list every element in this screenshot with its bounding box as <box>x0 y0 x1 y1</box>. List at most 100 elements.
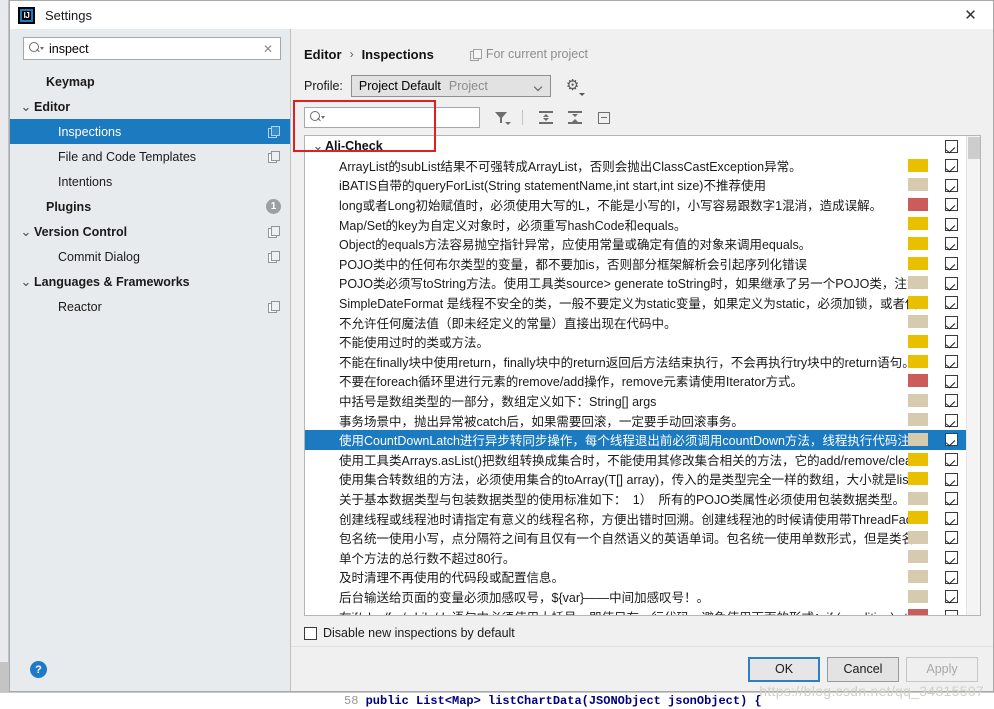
inspection-enabled-checkbox[interactable] <box>945 609 958 615</box>
severity-swatch[interactable] <box>908 491 928 505</box>
inspection-enabled-checkbox[interactable] <box>945 374 958 388</box>
settings-search-box[interactable]: ✕ <box>23 37 281 60</box>
inspection-enabled-checkbox[interactable] <box>945 159 958 173</box>
inspection-enabled-checkbox[interactable] <box>945 472 958 486</box>
inspection-enabled-checkbox[interactable] <box>945 237 958 251</box>
inspection-filter-search[interactable] <box>304 107 485 128</box>
severity-swatch[interactable] <box>908 550 928 564</box>
inspection-enabled-checkbox[interactable] <box>945 394 958 408</box>
inspection-enabled-checkbox[interactable] <box>945 511 958 525</box>
disable-new-inspections-row[interactable]: Disable new inspections by default <box>291 620 993 646</box>
inspection-row[interactable]: 不允许任何魔法值（即未经定义的常量）直接出现在代码中。 <box>305 312 966 332</box>
sidebar-item-file-and-code-templates[interactable]: File and Code Templates <box>10 144 290 169</box>
chevron-down-icon[interactable]: ⌄ <box>311 138 325 154</box>
inspection-row[interactable]: 不要在foreach循环里进行元素的remove/add操作，remove元素请… <box>305 371 966 391</box>
inspection-row[interactable]: Object的equals方法容易抛空指针异常，应使用常量或确定有值的对象来调用… <box>305 234 966 254</box>
chevron-down-icon[interactable]: ⌄ <box>18 274 34 290</box>
severity-swatch[interactable] <box>908 452 928 466</box>
search-input[interactable] <box>42 38 260 59</box>
sidebar-item-plugins[interactable]: Plugins 1 <box>10 194 290 219</box>
severity-swatch[interactable] <box>908 315 928 329</box>
inspection-search-input[interactable] <box>323 108 485 127</box>
copy-icon[interactable] <box>268 126 280 138</box>
inspection-row[interactable]: 后台输送给页面的变量必须加感叹号，${var}——中间加感叹号！。 <box>305 587 966 607</box>
inspection-enabled-checkbox[interactable] <box>945 355 958 369</box>
severity-swatch[interactable] <box>908 236 928 250</box>
severity-swatch[interactable] <box>908 472 928 486</box>
inspection-enabled-checkbox[interactable] <box>945 257 958 271</box>
gear-icon[interactable]: ⚙ <box>563 75 585 97</box>
copy-icon[interactable] <box>268 151 280 163</box>
severity-swatch[interactable] <box>908 393 928 407</box>
inspection-enabled-checkbox[interactable] <box>945 217 958 231</box>
severity-swatch[interactable] <box>908 589 928 603</box>
copy-icon[interactable] <box>268 226 280 238</box>
copy-icon[interactable] <box>268 301 280 313</box>
severity-swatch[interactable] <box>908 197 928 211</box>
inspection-row[interactable]: 及时清理不再使用的代码段或配置信息。 <box>305 567 966 587</box>
inspection-row[interactable]: ArrayList的subList结果不可强转成ArrayList，否则会抛出C… <box>305 156 966 176</box>
severity-swatch[interactable] <box>908 158 928 172</box>
sidebar-item-reactor[interactable]: Reactor <box>10 294 290 319</box>
sidebar-item-editor[interactable]: ⌄ Editor <box>10 94 290 119</box>
inspection-row[interactable]: POJO类必须写toString方法。使用工具类source> generate… <box>305 273 966 293</box>
severity-swatch[interactable] <box>908 256 928 270</box>
inspection-row[interactable]: 在if/else/for/while/do语句中必须使用大括号，即使只有一行代码… <box>305 606 966 615</box>
severity-swatch[interactable] <box>908 178 928 192</box>
disable-new-inspections-checkbox[interactable] <box>304 626 317 640</box>
severity-swatch[interactable] <box>908 217 928 231</box>
collapse-all-icon[interactable] <box>563 106 587 130</box>
severity-swatch[interactable] <box>908 530 928 544</box>
inspection-enabled-checkbox[interactable] <box>945 413 958 427</box>
close-icon[interactable]: ✕ <box>948 1 993 29</box>
inspection-enabled-checkbox[interactable] <box>945 335 958 349</box>
severity-swatch[interactable] <box>908 354 928 368</box>
inspection-row[interactable]: 使用集合转数组的方法，必须使用集合的toArray(T[] array)，传入的… <box>305 469 966 489</box>
inspection-enabled-checkbox[interactable] <box>945 550 958 564</box>
inspection-group-row[interactable]: ⌄ Ali-Check <box>305 136 966 156</box>
severity-swatch[interactable] <box>908 570 928 584</box>
inspection-row[interactable]: 单个方法的总行数不超过80行。 <box>305 547 966 567</box>
inspection-group-checkbox[interactable] <box>945 139 958 153</box>
inspection-row[interactable]: 不能在finally块中使用return，finally块中的return返回后… <box>305 352 966 372</box>
inspection-enabled-checkbox[interactable] <box>945 531 958 545</box>
expand-all-icon[interactable] <box>534 106 558 130</box>
inspection-enabled-checkbox[interactable] <box>945 198 958 212</box>
inspection-row[interactable]: 中括号是数组类型的一部分，数组定义如下：String[] args <box>305 391 966 411</box>
inspection-enabled-checkbox[interactable] <box>945 315 958 329</box>
inspection-enabled-checkbox[interactable] <box>945 276 958 290</box>
breadcrumb-parent[interactable]: Editor <box>304 47 342 62</box>
severity-swatch[interactable] <box>908 276 928 290</box>
inspection-enabled-checkbox[interactable] <box>945 590 958 604</box>
inspection-row[interactable]: SimpleDateFormat 是线程不安全的类，一般不要定义为static变… <box>305 293 966 313</box>
severity-swatch[interactable] <box>908 295 928 309</box>
severity-swatch[interactable] <box>908 609 928 615</box>
inspection-row[interactable]: Map/Set的key为自定义对象时，必须重写hashCode和equals。 <box>305 214 966 234</box>
ok-button[interactable]: OK <box>748 656 820 682</box>
inspection-row[interactable]: 包名统一使用小写，点分隔符之间有且仅有一个自然语义的英语单词。包名统一使用单数形… <box>305 528 966 548</box>
clear-icon[interactable]: ✕ <box>260 42 276 56</box>
inspection-row[interactable]: 不能使用过时的类或方法。 <box>305 332 966 352</box>
inspection-enabled-checkbox[interactable] <box>945 178 958 192</box>
inspection-row[interactable]: iBATIS自带的queryForList(String statementNa… <box>305 175 966 195</box>
inspection-row[interactable]: 关于基本数据类型与包装数据类型的使用标准如下： 1） 所有的POJO类属性必须使… <box>305 489 966 509</box>
sidebar-item-version-control[interactable]: ⌄ Version Control <box>10 219 290 244</box>
inspection-row[interactable]: POJO类中的任何布尔类型的变量，都不要加is，否则部分框架解析会引起序列化错误 <box>305 254 966 274</box>
profile-select[interactable]: Project Default Project <box>350 75 551 97</box>
inspection-row[interactable]: 创建线程或线程池时请指定有意义的线程名称，方便出错时回溯。创建线程池的时候请使用… <box>305 508 966 528</box>
inspection-enabled-checkbox[interactable] <box>945 453 958 466</box>
backdrop-scrollbar[interactable] <box>0 662 9 692</box>
copy-icon[interactable] <box>268 251 280 263</box>
severity-swatch[interactable] <box>908 374 928 388</box>
severity-swatch[interactable] <box>908 511 928 525</box>
inspection-row[interactable]: 使用工具类Arrays.asList()把数组转换成集合时，不能使用其修改集合相… <box>305 450 966 470</box>
inspection-enabled-checkbox[interactable] <box>945 296 958 310</box>
severity-swatch[interactable] <box>908 334 928 348</box>
inspection-row[interactable]: 事务场景中，抛出异常被catch后，如果需要回滚，一定要手动回滚事务。 <box>305 410 966 430</box>
sidebar-item-inspections[interactable]: Inspections <box>10 119 290 144</box>
inspection-row[interactable]: long或者Long初始赋值时，必须使用大写的L，不能是小写的l，小写容易跟数字… <box>305 195 966 215</box>
inspection-row[interactable]: 使用CountDownLatch进行异步转同步操作，每个线程退出前必须调用cou… <box>305 429 966 450</box>
sidebar-item-commit-dialog[interactable]: Commit Dialog <box>10 244 290 269</box>
inspection-enabled-checkbox[interactable] <box>945 492 958 506</box>
box-minus-icon[interactable] <box>592 106 616 130</box>
